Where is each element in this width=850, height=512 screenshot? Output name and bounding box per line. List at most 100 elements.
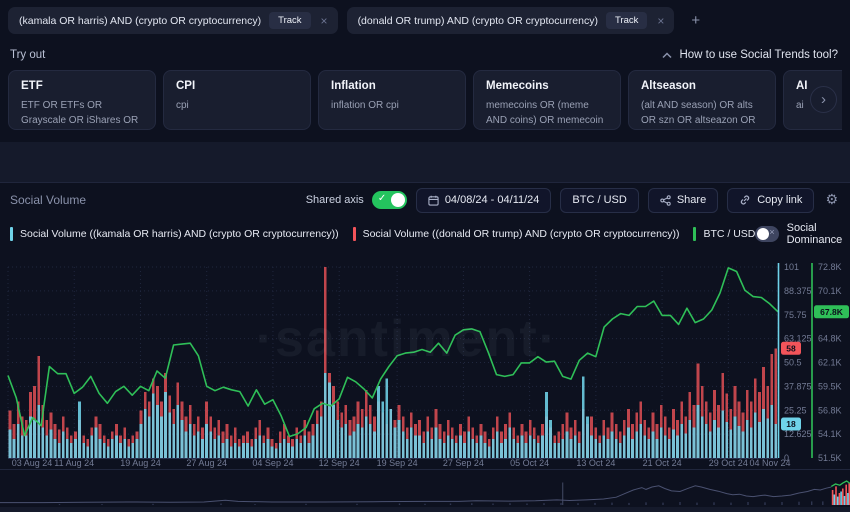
panel-header: Social Volume Shared axis ✓ 04/08/24 - 0… <box>0 183 850 217</box>
date-range-label: 04/08/24 - 04/11/24 <box>445 194 540 206</box>
legend-item[interactable]: BTC / USD <box>693 227 755 241</box>
social-dominance-label: Social Dominance <box>787 222 850 246</box>
tryout-card[interactable]: CPI cpi <box>163 70 311 130</box>
carousel-next-button[interactable]: › <box>810 86 837 113</box>
legend-items: Social Volume ((kamala OR harris) AND (c… <box>10 227 755 241</box>
svg-text:51.5K: 51.5K <box>818 453 842 463</box>
chevron-up-icon <box>662 52 672 59</box>
legend-item[interactable]: Social Volume ((donald OR trump) AND (cr… <box>353 227 680 241</box>
svg-text:75.75: 75.75 <box>784 310 807 320</box>
shared-axis-control: Shared axis ✓ <box>306 191 407 209</box>
card-title: Altseason <box>641 80 763 92</box>
chevron-right-icon: › <box>821 91 826 108</box>
add-query-button[interactable]: + <box>683 10 708 31</box>
track-button[interactable]: Track <box>606 12 647 29</box>
copy-link-label: Copy link <box>757 194 802 206</box>
social-dominance-toggle[interactable]: × <box>755 226 778 242</box>
toggle-knob <box>757 228 769 240</box>
top-section: (kamala OR harris) AND (crypto OR crypto… <box>0 0 850 142</box>
query-chip[interactable]: (donald OR trump) AND (crypto OR cryptoc… <box>347 7 675 34</box>
svg-text:19 Aug 24: 19 Aug 24 <box>120 458 161 468</box>
svg-text:11 Aug 24: 11 Aug 24 <box>54 458 94 468</box>
how-to-use-label: How to use Social Trends tool? <box>679 49 838 61</box>
svg-text:70.1K: 70.1K <box>818 286 842 296</box>
svg-text:04 Sep 24: 04 Sep 24 <box>252 458 293 468</box>
social-volume-panel: Social Volume Shared axis ✓ 04/08/24 - 0… <box>0 182 850 507</box>
tryout-cards-row: ETF ETF OR ETFs OR Grayscale OR iShares O… <box>8 70 842 130</box>
settings-gear-icon[interactable]: ⚙ <box>823 192 840 208</box>
tryout-title: Try out <box>10 49 45 61</box>
svg-text:37.875: 37.875 <box>784 381 812 391</box>
track-button[interactable]: Track <box>269 12 310 29</box>
svg-text:13 Oct 24: 13 Oct 24 <box>576 458 615 468</box>
svg-text:12.625: 12.625 <box>784 429 812 439</box>
query-chip-row: (kamala OR harris) AND (crypto OR crypto… <box>8 7 842 34</box>
tryout-card[interactable]: Memecoinsmemecoins OR (meme AND coins) O… <box>473 70 621 130</box>
query-text: (kamala OR harris) AND (crypto OR crypto… <box>19 15 261 27</box>
svg-text:64.8K: 64.8K <box>818 334 842 344</box>
svg-text:19 Sep 24: 19 Sep 24 <box>377 458 418 468</box>
legend-label: Social Volume ((kamala OR harris) AND (c… <box>20 228 339 240</box>
legend-label: BTC / USD <box>703 228 755 240</box>
calendar-icon <box>428 195 439 206</box>
svg-text:27 Aug 24: 27 Aug 24 <box>186 458 227 468</box>
asset-label: BTC / USD <box>572 194 626 206</box>
card-description: inflation OR cpi <box>331 98 453 113</box>
svg-text:62.1K: 62.1K <box>818 358 842 368</box>
legend-item[interactable]: Social Volume ((kamala OR harris) AND (c… <box>10 227 339 241</box>
tryout-card[interactable]: Inflation inflation OR cpi <box>318 70 466 130</box>
close-icon[interactable]: × <box>319 14 330 28</box>
tryout-card[interactable]: Altseason (alt AND season) OR alts OR szn… <box>628 70 776 130</box>
toggle-knob <box>391 193 405 207</box>
svg-text:67.8K: 67.8K <box>820 307 844 317</box>
asset-button[interactable]: BTC / USD <box>560 188 638 213</box>
svg-text:12 Sep 24: 12 Sep 24 <box>319 458 360 468</box>
card-title: Inflation <box>331 80 453 92</box>
social-dominance-control: × Social Dominance <box>755 222 850 246</box>
close-icon[interactable]: × <box>655 14 666 28</box>
panel-title: Social Volume <box>10 193 86 207</box>
legend-marker-icon <box>10 227 13 241</box>
share-icon <box>660 195 671 206</box>
svg-text:04 Nov 24: 04 Nov 24 <box>749 458 790 468</box>
section-spacer <box>0 142 850 182</box>
card-description: cpi <box>176 98 298 113</box>
timeline-minimap-wrap <box>0 469 850 507</box>
svg-text:29 Oct 24: 29 Oct 24 <box>709 458 748 468</box>
query-text: (donald OR trump) AND (crypto OR cryptoc… <box>358 15 598 27</box>
card-title: ETF <box>21 80 143 92</box>
x-icon: × <box>769 227 774 237</box>
share-button[interactable]: Share <box>648 188 718 213</box>
chart-area: ·santiment· 10172.8K88.37570.1K75.7567.4… <box>0 251 850 469</box>
card-title: CPI <box>176 80 298 92</box>
tryout-header: Try out How to use Social Trends tool? <box>10 49 838 61</box>
tryout-cards-wrap: ETF ETF OR ETFs OR Grayscale OR iShares O… <box>8 70 842 130</box>
share-label: Share <box>677 194 706 206</box>
social-volume-chart[interactable]: 10172.8K88.37570.1K75.7567.4K63.12564.8K… <box>0 251 850 469</box>
legend-marker-icon <box>693 227 696 241</box>
date-range-button[interactable]: 04/08/24 - 04/11/24 <box>416 188 552 213</box>
card-description: (alt AND season) OR alts OR szn OR altse… <box>641 98 763 130</box>
timeline-minimap[interactable] <box>0 470 850 508</box>
svg-text:25.25: 25.25 <box>784 405 807 415</box>
legend-marker-icon <box>353 227 356 241</box>
card-description: ETF OR ETFs OR Grayscale OR iShares OR b… <box>21 98 143 130</box>
svg-text:101: 101 <box>784 262 799 272</box>
svg-text:59.5K: 59.5K <box>818 381 842 391</box>
query-chip[interactable]: (kamala OR harris) AND (crypto OR crypto… <box>8 7 338 34</box>
how-to-use-link[interactable]: How to use Social Trends tool? <box>662 49 838 61</box>
svg-text:03 Aug 24: 03 Aug 24 <box>12 458 53 468</box>
svg-text:88.375: 88.375 <box>784 286 812 296</box>
card-description: memecoins OR (meme AND coins) OR memecoi… <box>486 98 608 130</box>
legend-label: Social Volume ((donald OR trump) AND (cr… <box>363 228 680 240</box>
svg-text:50.5: 50.5 <box>784 358 802 368</box>
svg-text:27 Sep 24: 27 Sep 24 <box>443 458 484 468</box>
tryout-card[interactable]: ETF ETF OR ETFs OR Grayscale OR iShares O… <box>8 70 156 130</box>
copy-link-button[interactable]: Copy link <box>727 188 814 213</box>
check-icon: ✓ <box>378 193 386 204</box>
svg-text:58: 58 <box>786 343 796 353</box>
svg-text:05 Oct 24: 05 Oct 24 <box>510 458 549 468</box>
svg-text:18: 18 <box>786 419 796 429</box>
legend-row: Social Volume ((kamala OR harris) AND (c… <box>0 217 850 251</box>
shared-axis-toggle[interactable]: ✓ <box>372 191 407 209</box>
